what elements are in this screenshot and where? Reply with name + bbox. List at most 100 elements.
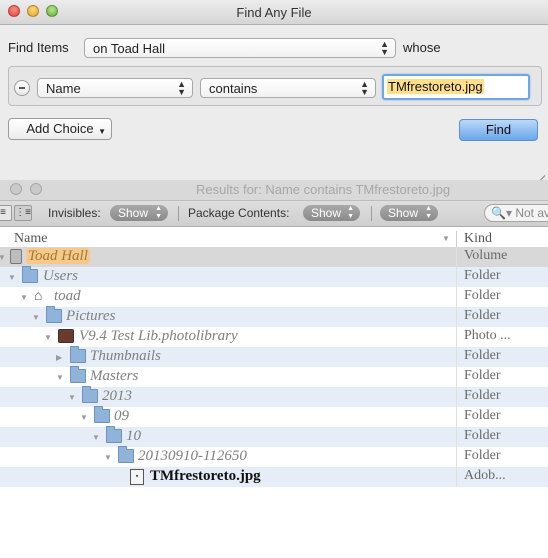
table-row[interactable]: ▼ 09 Folder (0, 406, 548, 427)
find-items-label: Find Items (8, 40, 69, 55)
disclosure-open-icon[interactable]: ▼ (104, 453, 112, 462)
table-row[interactable]: ▼ ⌂ toad Folder (0, 287, 548, 307)
add-choice-label: Add Choice (26, 121, 94, 136)
resize-grip-icon[interactable] (535, 166, 545, 176)
operator-value: contains (209, 81, 258, 96)
minimize-button[interactable] (30, 183, 42, 195)
column-divider (456, 267, 457, 287)
row-name: toad (54, 288, 81, 304)
image-file-icon: ▪ (130, 469, 144, 485)
table-row[interactable]: ▼ 2013 Folder (0, 386, 548, 407)
sort-descending-icon: ▼ (442, 234, 450, 243)
table-row[interactable]: ▼ 20130910-112650 Folder (0, 446, 548, 467)
row-kind: Folder (464, 428, 501, 443)
row-kind: Adob... (464, 468, 506, 483)
find-button-label: Find (485, 122, 512, 137)
operator-popup[interactable]: contains ▲ ▼ (200, 78, 376, 98)
window-title: Find Any File (236, 5, 312, 20)
updown-arrows-icon: ▲ ▼ (425, 205, 432, 220)
disclosure-open-icon[interactable]: ▼ (68, 393, 76, 402)
drive-icon (10, 249, 22, 264)
disclosure-open-icon[interactable]: ▼ (44, 333, 52, 342)
row-name: V9.4 Test Lib.photolibrary (79, 328, 238, 344)
table-row[interactable]: ▼ Masters Folder (0, 366, 548, 387)
column-divider (456, 287, 457, 307)
table-row[interactable]: ▪ TMfrestoreto.jpg Adob... (0, 467, 548, 487)
disclosure-open-icon[interactable]: ▼ (56, 373, 64, 382)
column-divider (456, 247, 457, 267)
disclosure-open-icon[interactable]: ▼ (80, 413, 88, 422)
package-contents-value: Show (311, 206, 342, 220)
search-text-value: TMfrestoreto.jpg (387, 79, 484, 94)
disclosure-open-icon[interactable]: ▼ (92, 433, 100, 442)
package-contents-label: Package Contents: (188, 206, 290, 220)
toolbar-divider (178, 206, 179, 221)
show-popup[interactable]: Show ▲ ▼ (380, 205, 438, 221)
column-divider[interactable] (456, 231, 457, 247)
disclosure-closed-icon[interactable]: ▶ (56, 353, 62, 362)
pictures-folder-icon (46, 306, 62, 323)
users-folder-icon (22, 266, 38, 283)
updown-arrows-icon: ▲ ▼ (360, 79, 369, 97)
row-name: 20130910-112650 (138, 448, 247, 464)
column-divider (456, 447, 457, 467)
table-row[interactable]: ▼ 10 Folder (0, 426, 548, 447)
row-name: 2013 (102, 388, 132, 404)
location-popup[interactable]: on Toad Hall ▲ ▼ (84, 38, 396, 58)
kind-column-header[interactable]: Kind (464, 231, 492, 247)
attribute-value: Name (46, 81, 81, 96)
row-name: 10 (126, 428, 141, 444)
row-kind: Photo ... (464, 328, 511, 343)
find-titlebar: Find Any File (0, 0, 548, 25)
column-divider (456, 407, 457, 427)
table-row[interactable]: ▼ Toad Hall Volume (0, 247, 548, 267)
disclosure-open-icon[interactable]: ▼ (20, 293, 28, 302)
column-divider (456, 307, 457, 327)
folder-icon (82, 386, 98, 403)
table-row[interactable]: ▼ Users Folder (0, 266, 548, 287)
column-divider (456, 467, 457, 487)
whose-label: whose (403, 40, 441, 55)
row-name: TMfrestoreto.jpg (150, 468, 261, 484)
package-contents-popup[interactable]: Show ▲ ▼ (303, 205, 360, 221)
search-text-field[interactable]: TMfrestoreto.jpg (382, 74, 530, 100)
updown-arrows-icon: ▲ ▼ (155, 205, 162, 220)
search-field[interactable]: 🔍▾ Not av (484, 204, 548, 222)
row-kind: Folder (464, 268, 501, 283)
photo-library-icon (58, 329, 74, 343)
column-divider (456, 347, 457, 367)
disclosure-open-icon[interactable]: ▼ (8, 273, 16, 282)
remove-criterion-button[interactable] (14, 80, 30, 96)
add-choice-button[interactable]: Add Choice ▼ (8, 118, 112, 140)
row-kind: Folder (464, 308, 501, 323)
outline-view-icon[interactable]: ⋮≡ (14, 205, 32, 221)
column-divider (456, 327, 457, 347)
row-kind: Folder (464, 348, 501, 363)
disclosure-open-icon[interactable]: ▼ (32, 313, 40, 322)
attribute-popup[interactable]: Name ▲ ▼ (37, 78, 193, 98)
folder-icon (70, 366, 86, 383)
disclosure-open-icon[interactable]: ▼ (0, 253, 6, 262)
toolbar-divider (371, 206, 372, 221)
name-column-header[interactable]: Name (14, 231, 47, 247)
table-row[interactable]: ▶ Thumbnails Folder (0, 346, 548, 367)
row-name: Thumbnails (90, 348, 161, 364)
list-view-icon[interactable]: ≡ (0, 205, 12, 221)
invisibles-value: Show (118, 206, 149, 220)
table-row[interactable]: ▼ V9.4 Test Lib.photolibrary Photo ... (0, 327, 548, 347)
row-kind: Volume (464, 248, 508, 263)
row-name: Toad Hall (26, 248, 90, 264)
magnifier-icon: 🔍▾ (491, 206, 512, 220)
row-name: Pictures (66, 308, 116, 324)
table-row[interactable]: ▼ Pictures Folder (0, 306, 548, 327)
results-title: Results for: Name contains TMfrestoreto.… (196, 182, 451, 197)
chevron-down-icon: ▼ (98, 127, 106, 136)
find-button[interactable]: Find (459, 119, 538, 141)
invisibles-popup[interactable]: Show ▲ ▼ (110, 205, 168, 221)
close-button[interactable] (10, 183, 22, 195)
updown-arrows-icon: ▲ ▼ (177, 79, 186, 97)
results-window: Results for: Name contains TMfrestoreto.… (0, 180, 548, 558)
folder-icon (94, 406, 110, 423)
search-placeholder: Not av (515, 206, 548, 220)
location-value: on Toad Hall (93, 41, 166, 56)
